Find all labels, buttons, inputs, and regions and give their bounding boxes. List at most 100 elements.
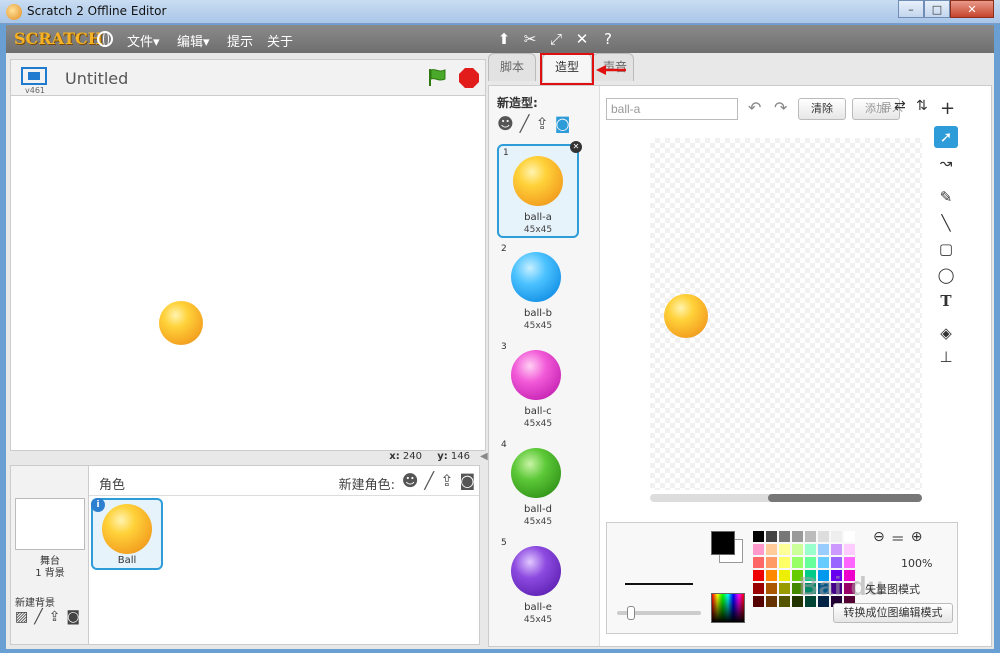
menu-file[interactable]: 文件▾ (127, 31, 160, 50)
palette-swatch[interactable] (779, 583, 790, 594)
costume-item[interactable]: 4 ball-d 45x45 (497, 438, 579, 532)
pencil-icon[interactable]: ✎ (934, 186, 958, 208)
line-icon[interactable]: ╲ (934, 212, 958, 234)
language-globe-icon[interactable] (97, 31, 113, 47)
project-title[interactable]: Untitled (65, 69, 128, 88)
palette-swatch[interactable] (766, 583, 777, 594)
palette-swatch[interactable] (779, 544, 790, 555)
sprite-library-icon[interactable]: ☻ (402, 471, 419, 490)
palette-swatch[interactable] (753, 596, 764, 607)
upload-backdrop-icon[interactable]: ⇪ (49, 609, 61, 625)
clear-button[interactable]: 清除 (798, 98, 846, 120)
palette-swatch[interactable] (831, 557, 842, 568)
palette-swatch[interactable] (779, 557, 790, 568)
paint-costume-icon[interactable]: ╱ (520, 114, 530, 133)
shrink-icon[interactable]: ✕ (572, 29, 592, 49)
green-flag-icon[interactable] (427, 67, 447, 87)
zoom-in-icon[interactable]: ⊕ (911, 529, 923, 549)
palette-swatch[interactable] (766, 557, 777, 568)
camera-backdrop-icon[interactable]: ◙ (66, 609, 80, 625)
import-button[interactable]: 导入 (872, 98, 912, 120)
costume-item[interactable]: 5 ball-e 45x45 (497, 536, 579, 630)
rectangle-icon[interactable]: ▢ (934, 238, 958, 260)
fullscreen-icon[interactable] (21, 67, 47, 85)
info-icon[interactable]: i (91, 498, 105, 512)
stage-canvas[interactable] (10, 95, 486, 451)
sprite-thumbnail[interactable]: i Ball (91, 498, 163, 570)
palette-swatch[interactable] (831, 531, 842, 542)
redo-icon[interactable]: ↷ (774, 98, 787, 117)
scrollbar-thumb[interactable] (768, 494, 922, 502)
delete-scissors-icon[interactable]: ✂ (520, 29, 540, 49)
zoom-out-icon[interactable]: ⊖ (873, 529, 885, 549)
palette-swatch[interactable] (766, 596, 777, 607)
delete-costume-icon[interactable]: ✕ (570, 141, 582, 153)
palette-swatch[interactable] (753, 557, 764, 568)
palette-swatch[interactable] (766, 544, 777, 555)
stop-sign-icon[interactable] (459, 68, 479, 88)
camera-costume-icon[interactable]: ◙ (555, 114, 571, 133)
palette-swatch[interactable] (818, 544, 829, 555)
slider-knob[interactable] (627, 606, 635, 620)
undo-icon[interactable]: ↶ (748, 98, 761, 117)
palette-swatch[interactable] (792, 544, 803, 555)
ball-sprite-on-stage[interactable] (159, 301, 203, 345)
palette-swatch[interactable] (805, 544, 816, 555)
line-width-slider[interactable] (617, 606, 701, 620)
paint-canvas[interactable] (650, 138, 922, 490)
palette-swatch[interactable] (844, 531, 855, 542)
palette-swatch[interactable] (779, 570, 790, 581)
block-help-icon[interactable]: ? (598, 29, 618, 49)
set-center-icon[interactable]: + (940, 98, 955, 119)
paint-backdrop-icon[interactable]: ╱ (34, 609, 42, 625)
reshape-icon[interactable]: ↝ (934, 152, 958, 174)
palette-swatch[interactable] (805, 531, 816, 542)
menu-edit[interactable]: 编辑▾ (177, 31, 210, 50)
costume-item[interactable]: 2 ball-b 45x45 (497, 242, 579, 336)
ellipse-icon[interactable]: ◯ (934, 264, 958, 286)
palette-swatch[interactable] (792, 531, 803, 542)
costume-library-icon[interactable]: ☻ (497, 114, 514, 133)
costume-on-canvas[interactable] (664, 294, 708, 338)
palette-swatch[interactable] (766, 531, 777, 542)
menu-about[interactable]: 关于 (267, 31, 293, 50)
grow-icon[interactable]: ⤢ (546, 29, 566, 49)
horizontal-scrollbar[interactable] (650, 494, 922, 502)
palette-swatch[interactable] (818, 557, 829, 568)
upload-costume-icon[interactable]: ⇪ (535, 114, 548, 133)
duplicate-stamp-icon[interactable]: ⬆ (494, 29, 514, 49)
camera-sprite-icon[interactable]: ◙ (459, 471, 475, 490)
minimize-button[interactable]: – (898, 0, 924, 18)
palette-swatch[interactable] (753, 531, 764, 542)
text-icon[interactable]: T (934, 290, 958, 312)
palette-swatch[interactable] (844, 557, 855, 568)
palette-swatch[interactable] (792, 557, 803, 568)
palette-swatch[interactable] (844, 544, 855, 555)
stage-thumbnail[interactable] (15, 498, 85, 550)
primary-color-swatch[interactable] (711, 531, 735, 555)
palette-swatch[interactable] (805, 557, 816, 568)
palette-swatch[interactable] (831, 544, 842, 555)
upload-sprite-icon[interactable]: ⇪ (440, 471, 453, 490)
flip-vertical-icon[interactable]: ⇅ (916, 98, 928, 114)
costume-item[interactable]: 1 ✕ ball-a 45x45 (497, 141, 582, 238)
scratch-logo[interactable]: SCRATCH (14, 29, 103, 48)
palette-swatch[interactable] (779, 596, 790, 607)
palette-swatch[interactable] (753, 583, 764, 594)
costume-name-input[interactable] (606, 98, 738, 120)
palette-swatch[interactable] (818, 531, 829, 542)
paint-sprite-icon[interactable]: ╱ (424, 471, 434, 490)
select-arrow-icon[interactable]: ➚ (934, 126, 958, 148)
fill-bucket-icon[interactable]: ◈ (934, 322, 958, 344)
palette-swatch[interactable] (766, 570, 777, 581)
palette-swatch[interactable] (779, 531, 790, 542)
menu-tips[interactable]: 提示 (227, 31, 253, 50)
palette-swatch[interactable] (753, 544, 764, 555)
backdrop-library-icon[interactable]: ▨ (15, 609, 28, 625)
costume-item[interactable]: 3 ball-c 45x45 (497, 340, 579, 434)
color-picker-spectrum[interactable] (711, 593, 745, 623)
tab-scripts[interactable]: 脚本 (488, 53, 536, 81)
palette-swatch[interactable] (753, 570, 764, 581)
flip-horizontal-icon[interactable]: ⇄ (894, 98, 906, 114)
maximize-button[interactable]: □ (924, 0, 950, 18)
